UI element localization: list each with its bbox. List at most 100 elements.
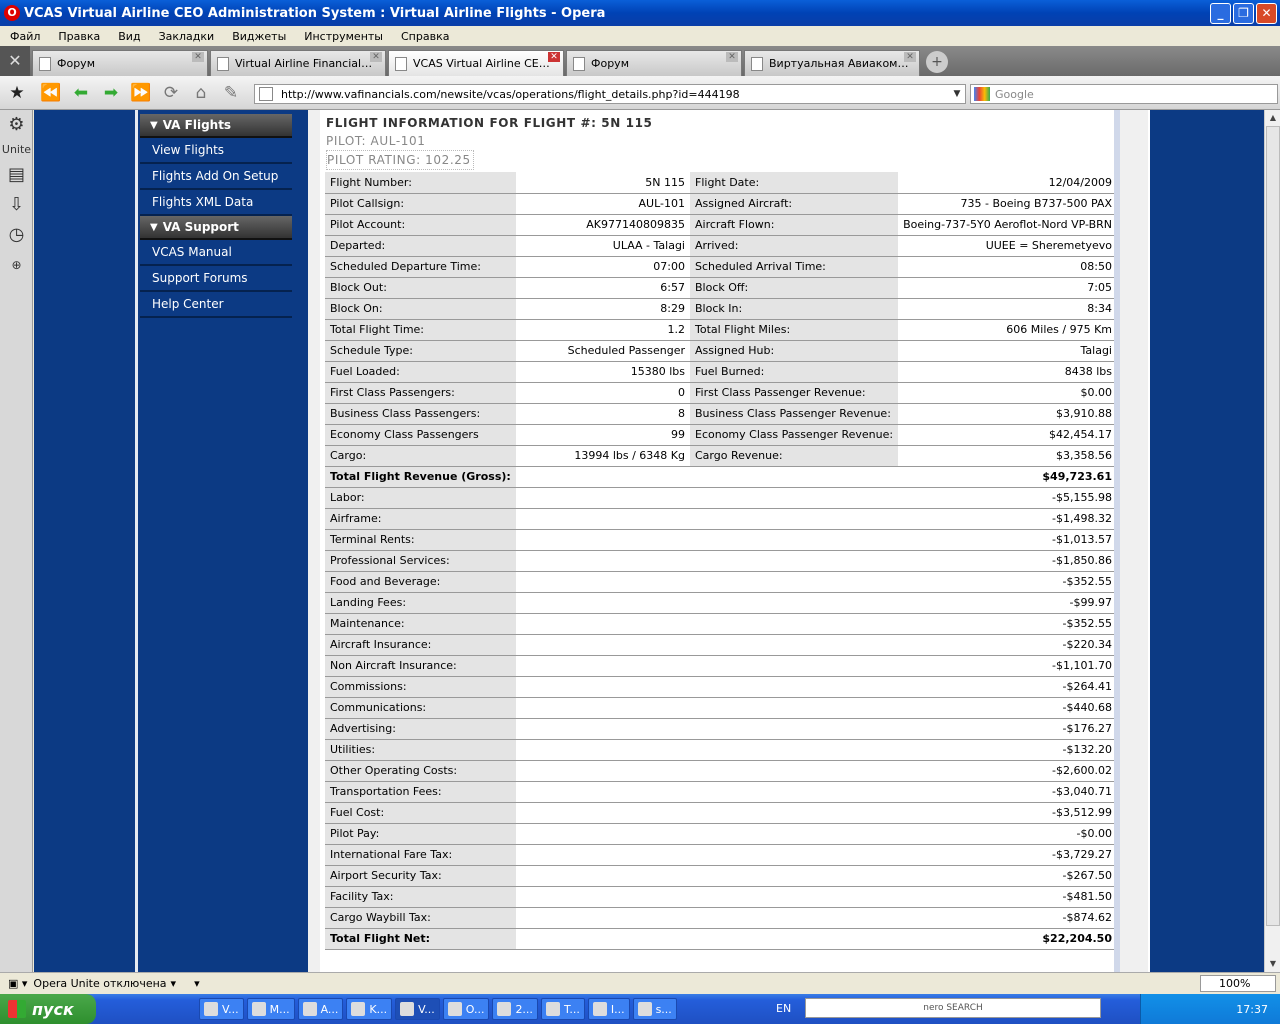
edit-icon[interactable]: ✎ [220, 82, 242, 104]
app-icon [204, 1002, 218, 1016]
zoom-control[interactable]: 100% [1200, 975, 1276, 992]
table-row: Other Operating Costs: -$2,600.02 [325, 760, 1117, 782]
app-icon [447, 1002, 462, 1016]
table-row: Transportation Fees: -$3,040.71 [325, 781, 1117, 803]
address-field[interactable]: http://www.vafinancials.com/newsite/vcas… [254, 84, 966, 104]
field-value: AK977140809835 [515, 214, 690, 236]
flight-panel: FLIGHT INFORMATION FOR FLIGHT #: 5N 115 … [320, 110, 1120, 972]
add-panel-icon[interactable]: ⊕ [0, 250, 33, 280]
sidebar-link[interactable]: VCAS Manual [140, 240, 292, 266]
menu-item[interactable]: Файл [10, 30, 40, 43]
table-row: First Class Passengers: 0 First Class Pass… [325, 382, 1117, 404]
language-indicator[interactable]: EN [776, 1002, 791, 1015]
menu-item[interactable]: Закладки [159, 30, 215, 43]
sidebar-link[interactable]: View Flights [140, 138, 292, 164]
gear-icon[interactable]: ⚙ [0, 110, 33, 140]
unite-status[interactable]: Opera Unite отключена [33, 977, 166, 990]
scroll-up-icon[interactable]: ▲ [1265, 110, 1280, 126]
taskbar-button[interactable]: V... [395, 998, 440, 1020]
close-tab-icon[interactable]: ✕ [904, 52, 916, 62]
back-icon[interactable]: ⬅ [70, 82, 92, 104]
field-label: Communications: [325, 697, 516, 719]
table-row: Block On: 8:29 Block In: 8:34 [325, 298, 1117, 320]
new-tab-button[interactable]: + [926, 51, 948, 73]
field-value: 08:50 [898, 256, 1117, 278]
triangle-down-icon: ▼ [150, 221, 158, 233]
table-row: Total Flight Time: 1.2 Total Flight Miles:… [325, 319, 1117, 341]
menu-item[interactable]: Справка [401, 30, 449, 43]
menu-item[interactable]: Инструменты [304, 30, 383, 43]
notes-icon[interactable]: ▤ [0, 160, 33, 190]
tab[interactable]: VCAS Virtual Airline CEO ... ✕ [388, 50, 564, 76]
home-icon[interactable]: ⌂ [190, 82, 212, 104]
field-value: -$0.00 [515, 823, 1117, 845]
chevron-down-icon[interactable]: ▼ [949, 85, 965, 103]
search-field[interactable]: Google [970, 84, 1278, 104]
taskbar-button[interactable]: A... [297, 998, 344, 1020]
taskbar-button[interactable]: V... [199, 998, 244, 1020]
taskbar-button[interactable]: M... [246, 998, 295, 1020]
field-value: 5N 115 [515, 172, 690, 194]
fast-forward-icon[interactable]: ⏩ [130, 82, 152, 104]
clock[interactable]: 17:37 [1236, 1003, 1268, 1016]
sidebar-section-header[interactable]: ▼ VA Support [140, 216, 292, 240]
left-divider [135, 110, 138, 972]
chevron-down-icon[interactable]: ▾ [194, 977, 200, 990]
forward-icon[interactable]: ➡ [100, 82, 122, 104]
start-button[interactable]: пуск [0, 994, 96, 1024]
field-label: First Class Passenger Revenue: [690, 382, 899, 404]
field-label: Block In: [690, 298, 899, 320]
field-value: -$3,729.27 [515, 844, 1117, 866]
reload-icon[interactable]: ⟳ [160, 82, 182, 104]
minimize-button[interactable]: _ [1210, 3, 1231, 24]
close-tab-icon[interactable]: ✕ [726, 52, 738, 62]
tab[interactable]: Virtual Airline Financial S... ✕ [210, 50, 386, 76]
close-tab-icon[interactable]: ✕ [192, 52, 204, 62]
sidebar-section-header[interactable]: ▼ VA Flights [140, 114, 292, 138]
vertical-scrollbar[interactable]: ▲ ▼ [1264, 110, 1280, 972]
field-value: -$132.20 [515, 739, 1117, 761]
menu-bar: Файл Правка Вид Закладки Виджеты Инструменты С… [0, 26, 1280, 46]
tools-icon[interactable]: ✕ [0, 46, 30, 76]
taskbar-button[interactable]: O... [442, 998, 490, 1020]
field-value: $3,910.88 [898, 403, 1117, 425]
maximize-button[interactable]: ❐ [1233, 3, 1254, 24]
taskbar-button[interactable]: K... [346, 998, 393, 1020]
sidebar-link[interactable]: Flights XML Data [140, 190, 292, 216]
chevron-down-icon[interactable]: ▾ [171, 977, 177, 990]
pilot-rating: PILOT RATING: 102.25 [326, 150, 474, 170]
taskbar-button[interactable]: T... [540, 998, 585, 1020]
sidebar-link[interactable]: Help Center [140, 292, 292, 318]
taskbar-button[interactable]: 2... [492, 998, 538, 1020]
history-icon[interactable]: ◷ [0, 220, 33, 250]
close-button[interactable]: ✕ [1256, 3, 1277, 24]
rewind-icon[interactable]: ⏪ [40, 82, 62, 104]
taskbar-button[interactable]: I... [587, 998, 630, 1020]
windows-logo-icon [8, 1000, 26, 1018]
table-row: Scheduled Departure Time: 07:00 Scheduled … [325, 256, 1117, 278]
taskbar-button[interactable]: s... [632, 998, 677, 1020]
transfers-icon[interactable]: ⇩ [0, 190, 33, 220]
menu-item[interactable]: Правка [58, 30, 100, 43]
sidebar-link[interactable]: Support Forums [140, 266, 292, 292]
bookmark-star-icon[interactable]: ★ [6, 82, 28, 104]
app-icon [302, 1002, 317, 1016]
nero-search-field[interactable]: nero SEARCH [805, 998, 1101, 1018]
menu-item[interactable]: Виджеты [232, 30, 286, 43]
close-tab-icon[interactable]: ✕ [548, 52, 560, 62]
tab[interactable]: Виртуальная Авиакомп... ✕ [744, 50, 920, 76]
unite-icon[interactable]: ▣ ▾ [8, 977, 27, 990]
table-row: Non Aircraft Insurance: -$1,101.70 [325, 655, 1117, 677]
menu-item[interactable]: Вид [118, 30, 140, 43]
field-value: 1.2 [515, 319, 690, 341]
unite-label[interactable]: Unite [0, 140, 33, 160]
tab[interactable]: Форум ✕ [32, 50, 208, 76]
tab[interactable]: Форум ✕ [566, 50, 742, 76]
scroll-thumb[interactable] [1266, 126, 1280, 926]
field-label: Terminal Rents: [325, 529, 516, 551]
page-icon [395, 56, 407, 71]
sidebar-link[interactable]: Flights Add On Setup [140, 164, 292, 190]
scroll-down-icon[interactable]: ▼ [1265, 956, 1280, 972]
flight-details-table: Flight Number: 5N 115 Flight Date: 12/04/20… [325, 172, 1117, 950]
close-tab-icon[interactable]: ✕ [370, 52, 382, 62]
